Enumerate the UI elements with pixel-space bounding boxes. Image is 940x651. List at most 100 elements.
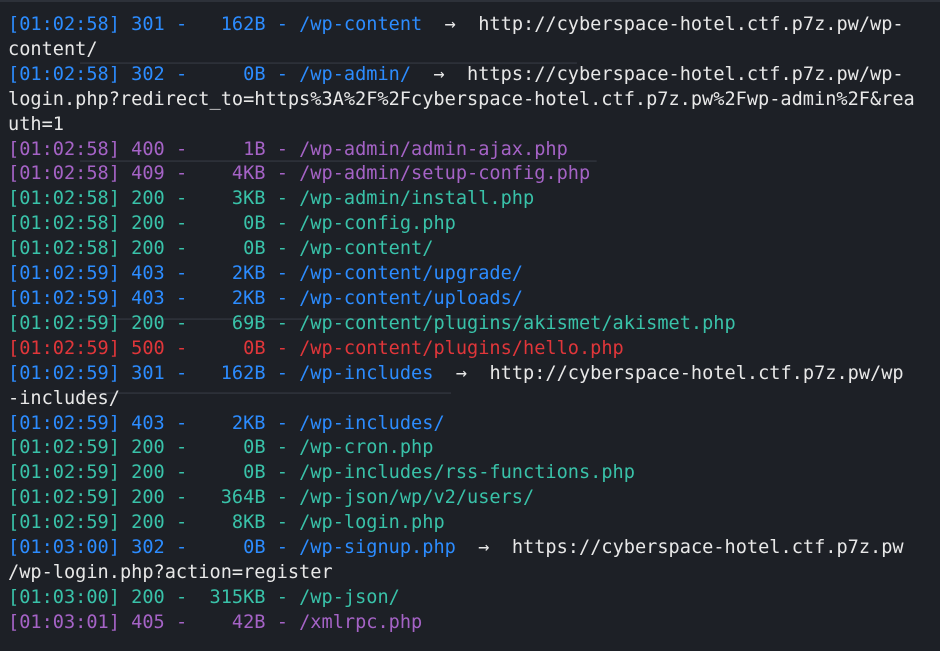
log-status-code: 400 (131, 138, 165, 160)
log-path: /wp-content/upgrade/ (299, 263, 523, 285)
log-status-code: 200 (131, 437, 165, 459)
log-status-code: 200 (131, 512, 165, 534)
log-path: /wp-admin/setup-config.php (299, 163, 591, 185)
log-status-code: 200 (131, 188, 165, 210)
log-timestamp: [01:02:59] (8, 337, 120, 359)
log-line: [01:02:59] 200 - 0B - /wp-includes/rss-f… (8, 462, 635, 484)
log-status-code: 200 (131, 487, 165, 509)
log-timestamp: [01:02:59] (8, 412, 120, 434)
log-path: /wp-includes (299, 362, 434, 384)
log-redirect-continuation: uth=1 (8, 113, 64, 135)
log-response-size: 0B (243, 437, 266, 459)
log-redirect-url: https://cyberspace-hotel.ctf.p7z.pw (511, 537, 904, 559)
log-response-size: 69B (231, 312, 266, 334)
log-line: [01:02:59] 500 - 0B - /wp-content/plugin… (8, 337, 624, 359)
log-status-code: 403 (131, 287, 165, 309)
log-redirect-continuation: login.php?redirect_to=https%3A%2F%2Fcybe… (8, 88, 915, 110)
log-response-size: 0B (243, 63, 266, 85)
log-timestamp: [01:02:59] (8, 362, 120, 384)
log-response-size: 2KB (231, 263, 266, 285)
log-redirect-url: http://cyberspace-hotel.ctf.p7z.pw/wp- (478, 14, 904, 35)
log-response-size: 0B (243, 537, 266, 559)
terminal-output[interactable]: [01:02:58] 301 - 162B - /wp-content → ht… (8, 13, 934, 636)
log-response-size: 3KB (231, 188, 266, 210)
log-response-size: 0B (243, 213, 266, 235)
log-timestamp: [01:02:59] (8, 512, 120, 534)
log-response-size: 2KB (231, 287, 266, 309)
log-path: /wp-includes/ (299, 412, 445, 434)
log-status-code: 200 (131, 238, 165, 260)
log-timestamp: [01:02:59] (8, 287, 120, 309)
log-status-code: 302 (131, 537, 165, 559)
log-status-code: 200 (131, 213, 165, 235)
log-line: [01:02:58] 200 - 3KB - /wp-admin/install… (8, 188, 535, 210)
log-timestamp: [01:02:58] (8, 138, 120, 160)
log-path: /wp-signup.php (299, 537, 456, 559)
log-status-code: 403 (131, 412, 165, 434)
log-path: /wp-content/ (299, 238, 434, 260)
log-redirect-url: https://cyberspace-hotel.ctf.p7z.pw/wp- (467, 63, 904, 85)
log-timestamp: [01:03:00] (8, 537, 120, 559)
log-status-code: 200 (131, 586, 165, 608)
log-timestamp: [01:03:00] (8, 586, 120, 608)
log-line: [01:02:59] 301 - 162B - /wp-includes → h… (8, 362, 904, 384)
log-status-code: 302 (131, 63, 165, 85)
log-path: /wp-includes/rss-functions.php (299, 462, 635, 484)
log-timestamp: [01:02:59] (8, 312, 120, 334)
log-response-size: 1B (243, 138, 266, 160)
log-response-size: 8KB (231, 512, 266, 534)
log-redirect-continuation: /wp-login.php?action=register (8, 561, 333, 583)
log-path: /wp-login.php (299, 512, 445, 534)
log-status-code: 200 (131, 312, 165, 334)
log-response-size: 0B (243, 462, 266, 484)
log-path: /wp-content/plugins/akismet/akismet.php (299, 312, 736, 334)
log-redirect-continuation: content/ (8, 38, 98, 60)
log-redirect-continuation: -includes/ (8, 387, 120, 409)
log-timestamp: [01:02:59] (8, 487, 120, 509)
log-path: /wp-json/ (299, 586, 400, 608)
log-line: [01:02:58] 400 - 1B - /wp-admin/admin-aj… (8, 138, 568, 160)
log-line: [01:03:00] 302 - 0B - /wp-signup.php → h… (8, 537, 904, 559)
log-line: [01:02:59] 403 - 2KB - /wp-content/uploa… (8, 287, 523, 309)
log-line: [01:03:01] 405 - 42B - /xmlrpc.php (8, 611, 423, 633)
log-response-size: 2KB (231, 412, 266, 434)
log-line: [01:02:58] 302 - 0B - /wp-admin/ → https… (8, 63, 904, 85)
log-path: /wp-config.php (299, 213, 456, 235)
log-redirect-url: http://cyberspace-hotel.ctf.p7z.pw/wp (489, 362, 904, 384)
log-response-size: 162B (220, 362, 266, 384)
log-line: [01:02:58] 200 - 0B - /wp-config.php (8, 213, 456, 235)
log-status-code: 200 (131, 462, 165, 484)
log-response-size: 0B (243, 337, 266, 359)
log-line: [01:02:58] 301 - 162B - /wp-content → ht… (8, 14, 904, 35)
log-path: /xmlrpc.php (299, 611, 423, 633)
log-timestamp: [01:02:59] (8, 462, 120, 484)
redirect-arrow-icon: → (433, 63, 445, 85)
log-response-size: 162B (220, 14, 266, 35)
log-path: /wp-cron.php (299, 437, 434, 459)
log-response-size: 42B (231, 611, 266, 633)
log-timestamp: [01:02:58] (8, 14, 120, 35)
log-status-code: 301 (131, 362, 165, 384)
log-status-code: 405 (131, 611, 165, 633)
log-timestamp: [01:02:59] (8, 437, 120, 459)
log-line: [01:02:59] 200 - 8KB - /wp-login.php (8, 512, 445, 534)
log-line: [01:02:58] 200 - 0B - /wp-content/ (8, 238, 434, 260)
log-status-code: 403 (131, 263, 165, 285)
log-line: [01:02:59] 200 - 69B - /wp-content/plugi… (8, 312, 736, 334)
log-line: [01:02:58] 409 - 4KB - /wp-admin/setup-c… (8, 163, 591, 185)
log-response-size: 0B (243, 238, 266, 260)
window-top-edge (0, 0, 940, 2)
log-path: /wp-json/wp/v2/users/ (299, 487, 535, 509)
log-line: [01:02:59] 403 - 2KB - /wp-content/upgra… (8, 263, 523, 285)
log-path: /wp-admin/admin-ajax.php (299, 138, 568, 160)
log-response-size: 315KB (209, 586, 266, 608)
log-path: /wp-admin/ (299, 63, 412, 85)
log-response-size: 4KB (231, 163, 266, 185)
log-timestamp: [01:02:59] (8, 263, 120, 285)
log-timestamp: [01:02:58] (8, 238, 120, 260)
log-path: /wp-content/plugins/hello.php (299, 337, 624, 359)
log-line: [01:02:59] 200 - 0B - /wp-cron.php (8, 437, 434, 459)
log-timestamp: [01:02:58] (8, 213, 120, 235)
log-status-code: 500 (131, 337, 165, 359)
log-status-code: 409 (131, 163, 165, 185)
